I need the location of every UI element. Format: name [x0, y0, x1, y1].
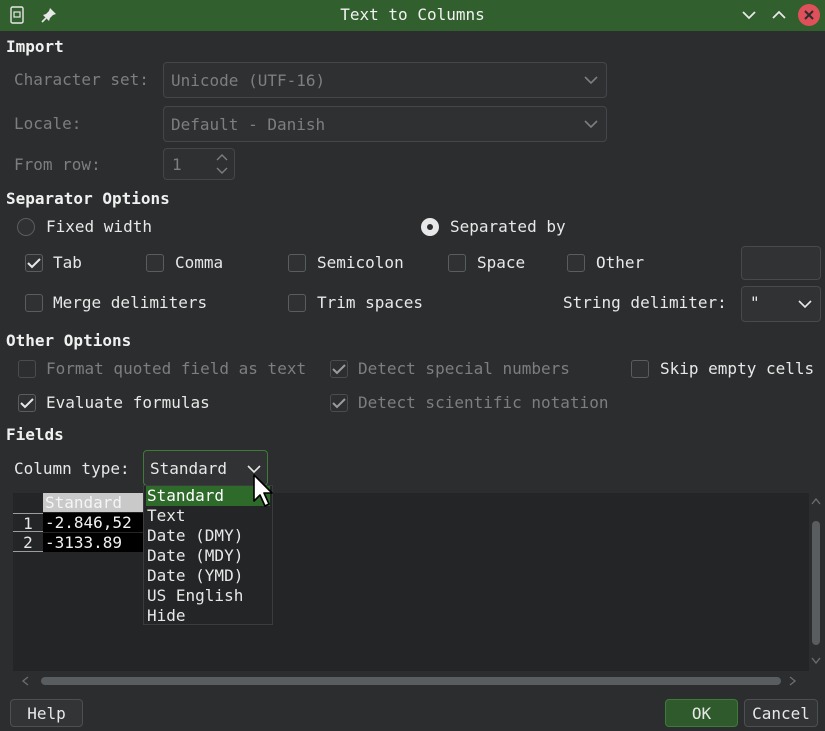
separated-by-radio[interactable]: [421, 218, 439, 236]
semicolon-label: Semicolon: [317, 253, 404, 272]
help-button[interactable]: Help: [10, 699, 83, 727]
fixed-width-radio[interactable]: [17, 218, 35, 236]
other-options-heading: Other Options: [6, 331, 132, 350]
checkmark-icon: [20, 398, 34, 409]
checkmark-icon: [332, 398, 346, 409]
separated-by-label: Separated by: [450, 217, 566, 236]
string-delimiter-value: ": [750, 293, 760, 312]
charset-select[interactable]: Unicode (UTF-16): [163, 62, 607, 98]
skip-empty-checkbox[interactable]: [631, 360, 649, 378]
other-label: Other: [596, 253, 645, 272]
tab-checkbox[interactable]: [25, 254, 43, 272]
cancel-button[interactable]: Cancel: [744, 699, 818, 727]
spin-down-icon[interactable]: [216, 167, 228, 175]
horizontal-scroll-thumb[interactable]: [41, 677, 781, 685]
detect-special-checkbox[interactable]: [330, 360, 348, 378]
skip-empty-label: Skip empty cells: [660, 359, 815, 378]
space-label: Space: [477, 253, 526, 272]
comma-checkbox[interactable]: [146, 254, 164, 272]
fromrow-spinner[interactable]: 1: [163, 148, 235, 180]
string-delimiter-label: String delimiter:: [563, 293, 727, 312]
checkmark-icon: [332, 364, 346, 375]
tab-label: Tab: [53, 253, 82, 272]
string-delimiter-combo[interactable]: ": [741, 286, 821, 322]
preview-cell: -2.846,52: [43, 513, 143, 532]
vertical-scroll-thumb[interactable]: [812, 521, 820, 645]
evaluate-formulas-checkbox[interactable]: [18, 394, 36, 412]
chevron-down-icon: [742, 11, 756, 20]
fixed-width-label: Fixed width: [46, 217, 152, 236]
locale-value: Default - Danish: [171, 115, 326, 134]
column-type-combo[interactable]: Standard: [143, 450, 268, 486]
merge-delimiters-checkbox[interactable]: [25, 294, 43, 312]
charset-label: Character set:: [14, 70, 149, 89]
dropdown-option-date-dmy[interactable]: Date (DMY): [146, 526, 270, 546]
mouse-cursor-icon: [252, 473, 276, 513]
dropdown-option-date-ymd[interactable]: Date (YMD): [146, 566, 270, 586]
format-quoted-label: Format quoted field as text: [46, 359, 307, 378]
window-title: Text to Columns: [340, 5, 485, 24]
close-icon: [804, 10, 814, 20]
dropdown-option-date-mdy[interactable]: Date (MDY): [146, 546, 270, 566]
scroll-up-icon[interactable]: [811, 497, 821, 505]
row-number: 2: [13, 533, 43, 552]
preview-grid[interactable]: Standard 1 -2.846,52 2 -3133.89: [13, 493, 809, 671]
preview-cell: -3133.89: [43, 533, 143, 552]
scroll-right-icon[interactable]: [789, 676, 797, 686]
evaluate-formulas-label: Evaluate formulas: [46, 393, 210, 412]
comma-label: Comma: [175, 253, 224, 272]
dropdown-option-us-english[interactable]: US English: [146, 586, 270, 606]
fromrow-value: 1: [172, 155, 182, 174]
ok-button[interactable]: OK: [665, 699, 738, 727]
maximize-button[interactable]: [768, 4, 790, 26]
detect-scientific-label: Detect scientific notation: [358, 393, 609, 412]
horizontal-scrollbar[interactable]: [13, 673, 809, 689]
fields-heading: Fields: [6, 425, 64, 444]
chevron-down-icon: [798, 300, 812, 309]
preview-column-header[interactable]: Standard: [43, 493, 143, 512]
other-input[interactable]: [741, 246, 821, 280]
merge-delimiters-label: Merge delimiters: [53, 293, 208, 312]
space-checkbox[interactable]: [448, 254, 466, 272]
minimize-button[interactable]: [738, 4, 760, 26]
dropdown-option-hide[interactable]: Hide: [146, 606, 270, 626]
charset-value: Unicode (UTF-16): [171, 71, 326, 90]
close-button[interactable]: [798, 4, 820, 26]
fromrow-label: From row:: [14, 155, 101, 174]
other-checkbox[interactable]: [567, 254, 585, 272]
locale-label: Locale:: [14, 114, 82, 133]
format-quoted-checkbox[interactable]: [18, 360, 36, 378]
import-heading: Import: [6, 37, 64, 56]
trim-spaces-label: Trim spaces: [317, 293, 423, 312]
chevron-up-icon: [772, 10, 786, 19]
column-type-value: Standard: [150, 459, 228, 478]
spin-up-icon[interactable]: [216, 153, 228, 161]
trim-spaces-checkbox[interactable]: [288, 294, 306, 312]
row-number: 1: [13, 513, 43, 533]
checkmark-icon: [27, 258, 41, 269]
locale-select[interactable]: Default - Danish: [163, 106, 607, 142]
chevron-down-icon: [584, 76, 598, 85]
separator-heading: Separator Options: [6, 189, 170, 208]
detect-scientific-checkbox[interactable]: [330, 394, 348, 412]
detect-special-label: Detect special numbers: [358, 359, 570, 378]
vertical-scrollbar[interactable]: [809, 493, 823, 671]
column-type-label: Column type:: [14, 459, 130, 478]
scroll-down-icon[interactable]: [811, 657, 821, 665]
semicolon-checkbox[interactable]: [288, 254, 306, 272]
scroll-left-icon[interactable]: [21, 676, 29, 686]
chevron-down-icon: [584, 120, 598, 129]
